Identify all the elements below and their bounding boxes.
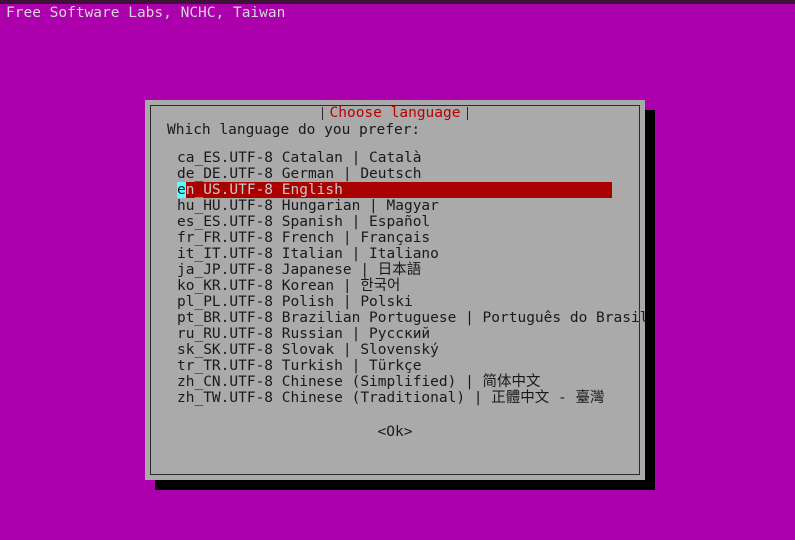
language-list-item[interactable]: de_DE.UTF-8 German | Deutsch [151,166,639,182]
language-list-item-text: it_IT.UTF-8 Italian | Italiano [177,246,439,262]
language-list-item-text: zh_TW.UTF-8 Chinese (Traditional) | 正體中文… [177,390,605,406]
dialog-title: Choose language [322,105,468,121]
language-list-item-text: es_ES.UTF-8 Spanish | Español [177,214,431,230]
language-list-item[interactable]: fr_FR.UTF-8 French | Français [151,230,639,246]
vendor-banner: Free Software Labs, NCHC, Taiwan [6,5,286,21]
text-cursor: e [177,182,186,198]
language-list-item[interactable]: ca_ES.UTF-8 Catalan | Català [151,150,639,166]
language-list-item-rest: n_US.UTF-8 English [185,182,343,198]
language-list-item-text: pt_BR.UTF-8 Brazilian Portuguese | Portu… [177,310,649,326]
language-list-item[interactable]: zh_CN.UTF-8 Chinese (Simplified) | 简体中文 [151,374,639,390]
dialog-prompt: Which language do you prefer: [167,122,421,138]
language-list-item-text: ko_KR.UTF-8 Korean | 한국어 [177,278,401,294]
language-list-item-text: de_DE.UTF-8 German | Deutsch [177,166,422,182]
language-list-item[interactable]: es_ES.UTF-8 Spanish | Español [151,214,639,230]
language-list-item[interactable]: hu_HU.UTF-8 Hungarian | Magyar [151,198,639,214]
language-list-item[interactable]: pl_PL.UTF-8 Polish | Polski [151,294,639,310]
language-list-item-text: ja_JP.UTF-8 Japanese | 日本語 [177,262,422,278]
title-right-tick [467,106,469,120]
language-list-item[interactable]: ru_RU.UTF-8 Russian | Русский [151,326,639,342]
language-list-item-text: ru_RU.UTF-8 Russian | Русский [177,326,431,342]
language-list-item[interactable]: pt_BR.UTF-8 Brazilian Portuguese | Portu… [151,310,648,326]
ok-button[interactable]: <Ok> [378,424,413,440]
language-list-item[interactable]: it_IT.UTF-8 Italian | Italiano [151,246,639,262]
language-list-item-text: sk_SK.UTF-8 Slovak | Slovenský [177,342,439,358]
language-list-item[interactable]: sk_SK.UTF-8 Slovak | Slovenský [151,342,639,358]
language-list-item[interactable]: ja_JP.UTF-8 Japanese | 日本語 [151,262,639,278]
language-list-item[interactable]: en_US.UTF-8 English [151,182,639,198]
dialog-title-bar: Choose language [151,105,639,121]
choose-language-dialog: Choose language Which language do you pr… [145,100,648,480]
language-list-item-text: en_US.UTF-8 English [177,182,343,198]
language-list-item-text: zh_CN.UTF-8 Chinese (Simplified) | 简体中文 [177,374,541,390]
dialog-inner-border: Choose language Which language do you pr… [150,105,648,475]
language-list-item-text: tr_TR.UTF-8 Turkish | Türkçe [177,358,422,374]
language-list-item-text: fr_FR.UTF-8 French | Français [177,230,431,246]
dialog-button-row: <Ok> [151,421,639,440]
language-list-item[interactable]: tr_TR.UTF-8 Turkish | Türkçe [151,358,639,374]
title-left-tick [321,106,323,120]
language-list-item[interactable]: zh_TW.UTF-8 Chinese (Traditional) | 正體中文… [151,390,639,406]
language-list-item-text: pl_PL.UTF-8 Polish | Polski [177,294,413,310]
language-list-item-text: hu_HU.UTF-8 Hungarian | Magyar [177,198,439,214]
language-list-item-text: ca_ES.UTF-8 Catalan | Català [177,150,422,166]
language-list[interactable]: ca_ES.UTF-8 Catalan | Català de_DE.UTF-8 … [151,150,648,406]
language-list-item[interactable]: ko_KR.UTF-8 Korean | 한국어 [151,278,639,294]
terminal-screen: Free Software Labs, NCHC, Taiwan Choose … [0,0,795,540]
